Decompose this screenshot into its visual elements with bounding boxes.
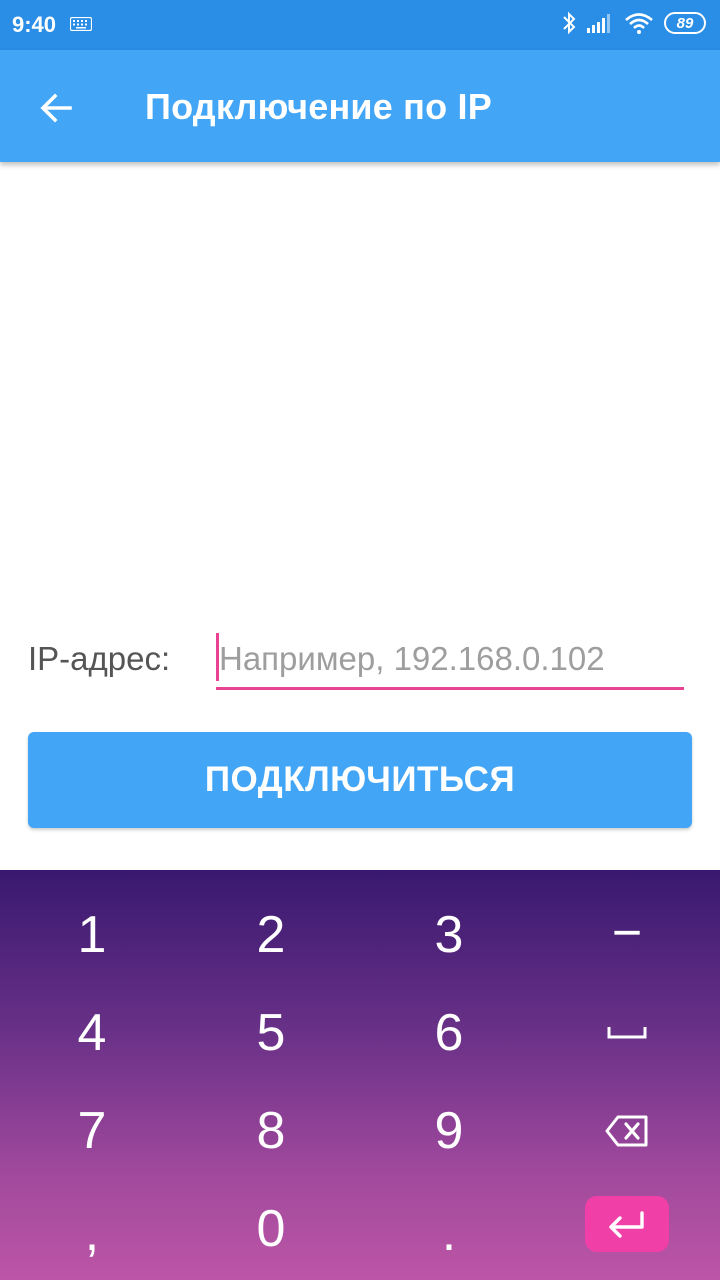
bluetooth-icon bbox=[563, 11, 576, 35]
numeric-keyboard: 1 2 3 − 4 5 6 7 8 9 , 0 . bbox=[0, 870, 720, 1280]
enter-icon bbox=[609, 1211, 644, 1238]
key-2[interactable]: 2 bbox=[181, 886, 361, 984]
key-7[interactable]: 7 bbox=[2, 1082, 182, 1180]
status-time: 9:40 bbox=[12, 12, 57, 37]
backspace-key[interactable] bbox=[537, 1082, 717, 1180]
key-3[interactable]: 3 bbox=[359, 886, 539, 984]
app-bar: Подключение по IP bbox=[0, 50, 720, 162]
connect-button[interactable]: ПОДКЛЮЧИТЬСЯ bbox=[28, 732, 692, 828]
key-0[interactable]: 0 bbox=[181, 1180, 361, 1278]
key-5[interactable]: 5 bbox=[181, 984, 361, 1082]
arrow-left-icon bbox=[40, 93, 72, 123]
key-9[interactable]: 9 bbox=[359, 1082, 539, 1180]
battery-level: 89 bbox=[676, 14, 694, 32]
ip-address-input[interactable] bbox=[219, 632, 679, 686]
ip-address-label: IP-адрес: bbox=[28, 640, 171, 677]
keyboard-icon bbox=[70, 17, 92, 31]
wifi-icon bbox=[625, 13, 653, 34]
key-comma[interactable]: , bbox=[2, 1184, 182, 1282]
battery-icon: 89 bbox=[664, 12, 706, 34]
key-minus[interactable]: − bbox=[537, 884, 717, 982]
backspace-icon bbox=[605, 1115, 648, 1147]
ip-address-field[interactable] bbox=[216, 632, 684, 690]
status-bar: 9:40 89 bbox=[0, 0, 720, 50]
status-icons: 89 bbox=[562, 10, 706, 36]
key-4[interactable]: 4 bbox=[2, 984, 182, 1082]
page-title: Подключение по IP bbox=[145, 86, 492, 127]
enter-key[interactable] bbox=[585, 1196, 669, 1252]
key-8[interactable]: 8 bbox=[181, 1082, 361, 1180]
key-dot[interactable]: . bbox=[359, 1184, 539, 1282]
space-icon bbox=[607, 1027, 647, 1039]
space-key[interactable] bbox=[537, 982, 717, 1080]
key-1[interactable]: 1 bbox=[2, 886, 182, 984]
back-button[interactable] bbox=[28, 80, 84, 136]
signal-icon bbox=[587, 14, 610, 33]
key-6[interactable]: 6 bbox=[359, 984, 539, 1082]
